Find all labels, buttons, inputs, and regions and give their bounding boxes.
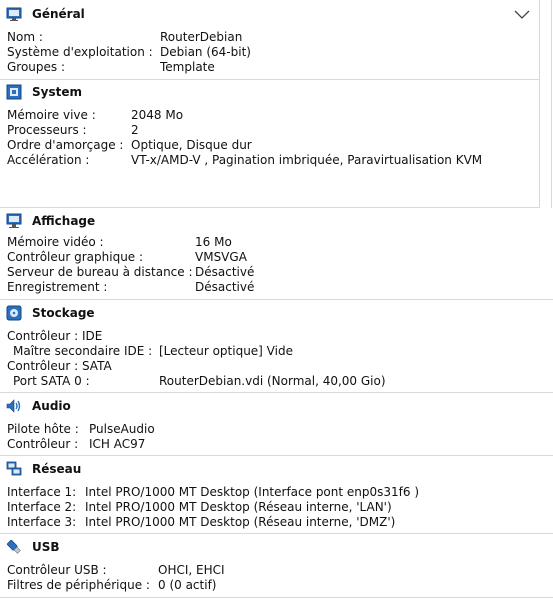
system-row-cpu: Processeurs : 2 [7,123,139,137]
storage-section: Stockage Contrôleur : IDE Maître seconda… [0,300,553,393]
network-section: Réseau Interface 1: Intel PRO/1000 MT De… [0,456,553,534]
chevron-down-icon[interactable] [514,7,530,21]
usb-icon [6,539,21,554]
audio-section: Audio Pilote hôte : PulseAudio Contrôleu… [0,393,553,456]
display-row-controller: Contrôleur graphique : VMSVGA [7,250,247,264]
display-row-vram: Mémoire vidéo : 16 Mo [7,235,232,249]
network-icon [6,461,22,476]
disk-icon [6,305,22,321]
preview-panel-edge [540,0,553,208]
display-icon [6,213,22,228]
monitor-icon [6,7,22,21]
general-title: Général [32,7,85,21]
network-header[interactable]: Réseau [6,460,81,478]
display-title: Affichage [32,214,96,228]
audio-header[interactable]: Audio [6,397,71,415]
system-section: System Mémoire vive : 2048 Mo Processeur… [0,80,540,208]
network-row-if2: Interface 2: Intel PRO/1000 MT Desktop (… [7,500,392,514]
storage-row-ide-secondary: Maître secondaire IDE : [Lecteur optique… [13,344,293,358]
general-row-name: Nom : RouterDebian [7,30,243,44]
usb-section: USB Contrôleur USB : OHCI, EHCI Filtres … [0,534,553,598]
chip-icon [6,84,22,100]
usb-header[interactable]: USB [6,538,60,556]
storage-title: Stockage [32,306,95,320]
storage-header[interactable]: Stockage [6,304,95,322]
storage-row-sata-port0: Port SATA 0 : RouterDebian.vdi (Normal, … [13,374,386,388]
network-title: Réseau [32,462,82,476]
storage-row-sata: Contrôleur : SATA [7,359,112,373]
display-header[interactable]: Affichage [6,212,95,230]
network-row-if1: Interface 1: Intel PRO/1000 MT Desktop (… [7,485,420,499]
system-row-ram: Mémoire vive : 2048 Mo [7,108,184,122]
storage-row-ide: Contrôleur : IDE [7,329,103,343]
display-row-recording: Enregistrement : Désactivé [7,280,255,294]
system-row-boot: Ordre d'amorçage : Optique, Disque dur [7,138,252,152]
network-row-if3: Interface 3: Intel PRO/1000 MT Desktop (… [7,515,396,529]
usb-row-controller: Contrôleur USB : OHCI, EHCI [7,563,225,577]
general-section: Général Nom : RouterDebian Système d'exp… [0,0,540,80]
usb-title: USB [32,540,60,554]
system-title: System [32,85,82,99]
speaker-icon [6,399,21,413]
system-header[interactable]: System [6,83,82,101]
general-row-os: Système d'exploitation : Debian (64-bit) [7,45,251,59]
system-row-accel: Accélération : VT-x/AMD-V , Pagination i… [7,153,483,167]
general-header[interactable]: Général [6,5,85,23]
audio-title: Audio [32,399,71,413]
display-row-rdp: Serveur de bureau à distance : Désactivé [7,265,255,279]
audio-row-controller: Contrôleur : ICH AC97 [7,437,146,451]
general-row-groups: Groupes : Template [7,60,215,74]
divider [0,597,553,598]
audio-row-driver: Pilote hôte : PulseAudio [7,422,155,436]
usb-row-filters: Filtres de périphérique : 0 (0 actif) [7,578,217,592]
display-section: Affichage Mémoire vidéo : 16 Mo Contrôle… [0,208,553,300]
